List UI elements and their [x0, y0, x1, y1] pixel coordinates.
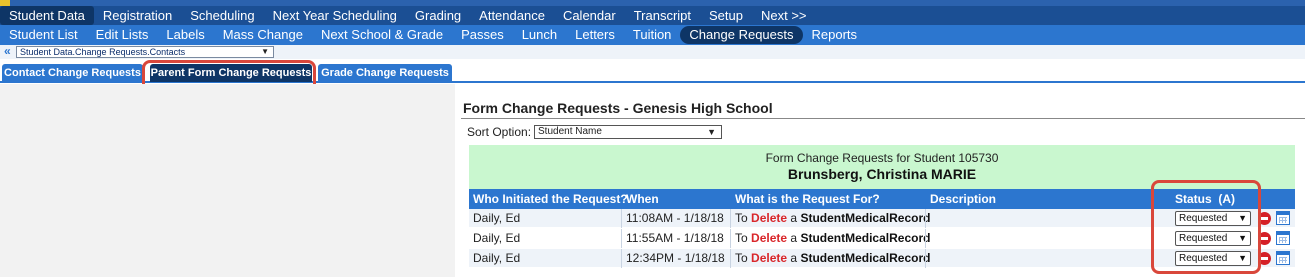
sort-option-value: Student Name [538, 126, 602, 137]
column-divider [925, 229, 926, 248]
cell-who: Daily, Ed [473, 211, 521, 225]
column-divider [925, 249, 926, 268]
cell-when: 11:08AM - 1/18/18 [626, 211, 724, 225]
subnav-next-school-grade[interactable]: Next School & Grade [312, 26, 452, 44]
column-divider [730, 249, 731, 268]
subnav-labels[interactable]: Labels [157, 26, 213, 44]
request-a: a [790, 251, 798, 265]
request-action: Delete [751, 231, 788, 245]
nav-setup[interactable]: Setup [700, 6, 752, 25]
title-divider [461, 118, 1305, 119]
nav-transcript[interactable]: Transcript [625, 6, 700, 25]
subnav-mass-change[interactable]: Mass Change [214, 26, 312, 44]
nav-attendance[interactable]: Attendance [470, 6, 554, 25]
subnav-reports[interactable]: Reports [803, 26, 867, 44]
column-divider [925, 209, 926, 228]
nav-registration[interactable]: Registration [94, 6, 181, 25]
context-bar: « Student Data.Change Requests.Contacts … [0, 44, 1305, 59]
nav-student-data[interactable]: Student Data [0, 6, 94, 25]
request-action: Delete [751, 251, 788, 265]
subnav-lunch[interactable]: Lunch [513, 26, 566, 44]
subnav-edit-lists[interactable]: Edit Lists [87, 26, 158, 44]
left-sidebar [0, 84, 455, 277]
nav-grading[interactable]: Grading [406, 6, 470, 25]
primary-nav: Student Data Registration Scheduling Nex… [0, 0, 1305, 25]
column-divider [730, 209, 731, 228]
request-to: To [735, 231, 748, 245]
subnav-student-list[interactable]: Student List [0, 26, 87, 44]
nav-next[interactable]: Next >> [752, 6, 816, 25]
subnav-tuition[interactable]: Tuition [624, 26, 681, 44]
calendar-icon[interactable] [1276, 231, 1290, 245]
cell-who: Daily, Ed [473, 231, 521, 245]
request-a: a [790, 211, 798, 225]
chevron-down-icon: ▼ [707, 127, 716, 137]
cell-request: To Delete a StudentMedicalRecord [735, 209, 930, 228]
tab-grade-change-requests[interactable]: Grade Change Requests [318, 64, 452, 82]
highlight-ring-status [1151, 180, 1261, 274]
subnav-change-requests[interactable]: Change Requests [680, 26, 803, 44]
student-panel-subtitle: Form Change Requests for Student 105730 [765, 151, 999, 165]
col-request-for: What is the Request For? [735, 192, 880, 206]
nav-calendar[interactable]: Calendar [554, 6, 625, 25]
request-record: StudentMedicalRecord [800, 251, 931, 265]
col-when: When [626, 192, 659, 206]
sort-option-select[interactable]: Student Name ▼ [534, 125, 722, 139]
secondary-nav: Student List Edit Lists Labels Mass Chan… [0, 25, 1305, 45]
cell-request: To Delete a StudentMedicalRecord [735, 249, 930, 268]
chevron-down-icon: ▼ [261, 47, 269, 56]
column-divider [621, 229, 622, 248]
cell-request: To Delete a StudentMedicalRecord [735, 229, 930, 248]
context-selector-value: Student Data.Change Requests.Contacts [20, 47, 186, 57]
col-who-initiated: Who Initiated the Request? [473, 192, 628, 206]
cell-when: 12:34PM - 1/18/18 [626, 251, 725, 265]
tab-contact-change-requests[interactable]: Contact Change Requests [2, 64, 143, 82]
collapse-chevron-icon[interactable]: « [4, 44, 11, 58]
nav-next-year-scheduling[interactable]: Next Year Scheduling [264, 6, 406, 25]
request-to: To [735, 211, 748, 225]
subnav-passes[interactable]: Passes [452, 26, 513, 44]
request-record: StudentMedicalRecord [800, 211, 931, 225]
nav-scheduling[interactable]: Scheduling [181, 6, 263, 25]
column-divider [621, 249, 622, 268]
column-divider [730, 229, 731, 248]
context-selector[interactable]: Student Data.Change Requests.Contacts ▼ [16, 46, 274, 58]
sort-option-label: Sort Option: [467, 125, 532, 139]
request-a: a [790, 231, 798, 245]
calendar-icon[interactable] [1276, 251, 1290, 265]
col-description: Description [930, 192, 997, 206]
cell-when: 11:55AM - 1/18/18 [626, 231, 724, 245]
page-title: Form Change Requests - Genesis High Scho… [463, 100, 773, 116]
calendar-icon[interactable] [1276, 211, 1290, 225]
subnav-letters[interactable]: Letters [566, 26, 624, 44]
request-action: Delete [751, 211, 788, 225]
primary-nav-items: Student Data Registration Scheduling Nex… [0, 6, 816, 25]
cell-who: Daily, Ed [473, 251, 521, 265]
column-divider [621, 209, 622, 228]
request-to: To [735, 251, 748, 265]
request-record: StudentMedicalRecord [800, 231, 931, 245]
